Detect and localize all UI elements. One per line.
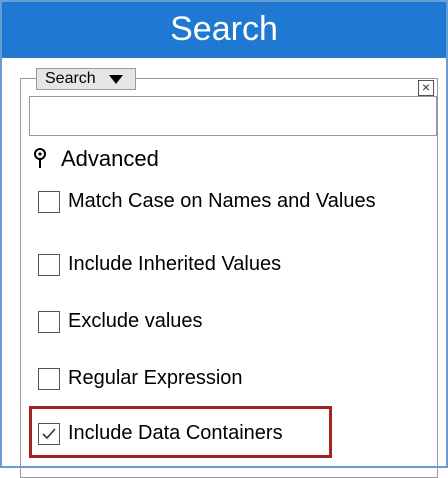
- match-case-checkbox[interactable]: [38, 190, 60, 213]
- chevron-down-icon: [109, 75, 123, 84]
- option-label: Regular Expression: [68, 367, 243, 389]
- option-match-case[interactable]: Match Case on Names and Values: [38, 190, 376, 213]
- option-label: Match Case on Names and Values: [68, 190, 376, 212]
- advanced-toggle[interactable]: Advanced: [33, 146, 159, 172]
- regular-expression-checkbox[interactable]: [38, 367, 60, 390]
- pin-icon: [33, 148, 47, 170]
- option-label: Exclude values: [68, 310, 203, 332]
- advanced-label: Advanced: [61, 146, 159, 171]
- option-regular-expression[interactable]: Regular Expression: [38, 367, 243, 390]
- search-scope-label: Search: [45, 70, 96, 87]
- include-inherited-checkbox[interactable]: [38, 253, 60, 276]
- option-exclude-values[interactable]: Exclude values: [38, 310, 203, 333]
- close-icon[interactable]: ×: [418, 80, 434, 96]
- option-include-inherited[interactable]: Include Inherited Values: [38, 253, 281, 276]
- panel-title: Search: [2, 2, 446, 58]
- exclude-values-checkbox[interactable]: [38, 310, 60, 333]
- highlight-box: [29, 406, 332, 458]
- search-input[interactable]: [29, 96, 437, 136]
- search-scope-dropdown[interactable]: Search: [36, 68, 136, 90]
- option-label: Include Inherited Values: [68, 253, 282, 275]
